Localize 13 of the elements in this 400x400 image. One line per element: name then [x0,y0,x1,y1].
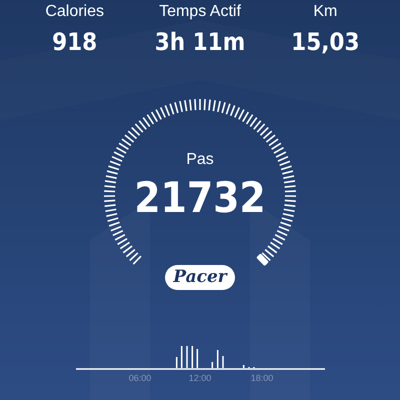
logo-pill: Pacer [165,265,235,290]
stat-value: 15,03 [291,27,360,57]
stat-value: 918 [52,27,98,57]
stat-label: Temps Actif [159,2,241,22]
stat-label: Km [313,2,338,22]
progress-marker [256,253,269,266]
steps-label: Pas [186,151,214,168]
stat-value: 3h 11m [154,27,246,57]
stat-label: Calories [45,2,104,22]
steps-count: 21732 [134,173,266,222]
time-label: 18:00 [250,372,274,384]
time-label: 06:00 [128,372,152,384]
time-label: 12:00 [188,372,212,384]
